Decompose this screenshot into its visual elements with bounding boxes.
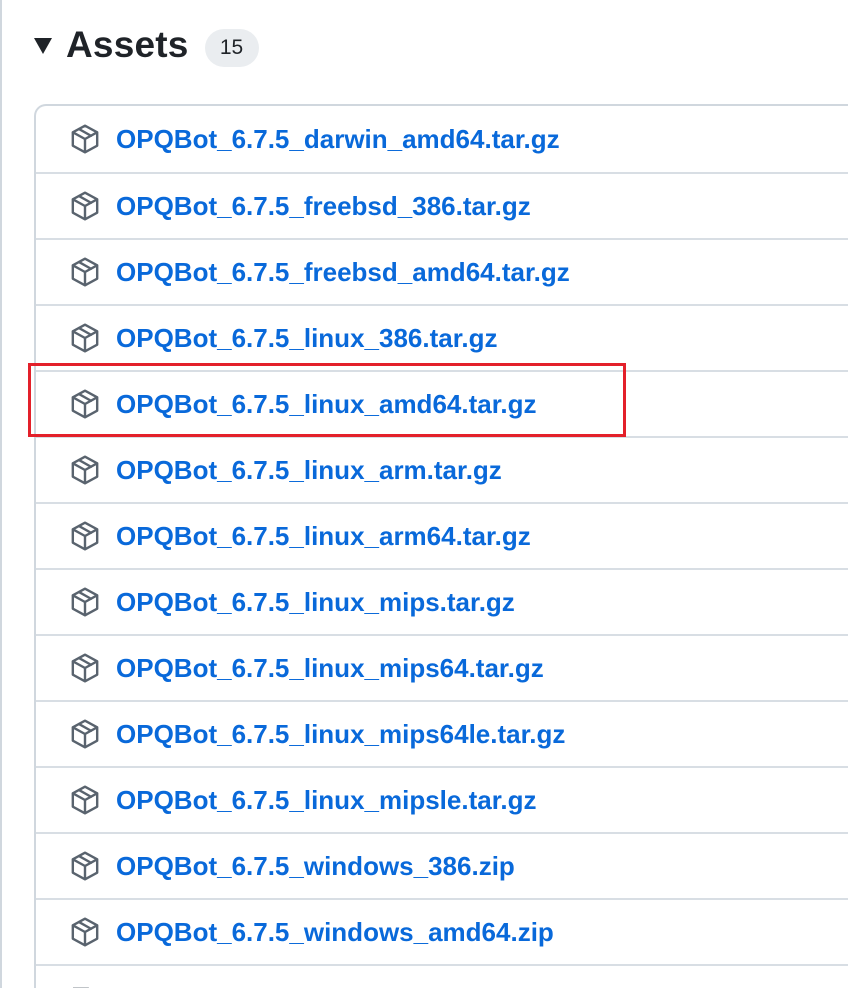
asset-row: OPQBot_6.7.5_linux_mipsle.tar.gz	[36, 768, 848, 834]
caret-down-icon	[34, 38, 52, 54]
left-divider	[0, 0, 2, 988]
asset-download-link[interactable]: OPQBot_6.7.5_freebsd_amd64.tar.gz	[116, 257, 570, 288]
asset-row: OPQBot_6.7.5_linux_mips64le.tar.gz	[36, 702, 848, 768]
package-icon	[68, 387, 102, 421]
asset-row: OPQBot_6.7.5_windows_amd64.zip	[36, 900, 848, 966]
asset-row: OPQBot_6.7.5_windows_386.zip	[36, 834, 848, 900]
package-icon	[68, 453, 102, 487]
package-icon	[68, 783, 102, 817]
asset-download-link[interactable]: OPQBot_6.7.5_linux_arm.tar.gz	[116, 455, 502, 486]
package-icon	[68, 915, 102, 949]
package-icon	[68, 122, 102, 156]
assets-count-badge: 15	[204, 29, 259, 67]
asset-download-link[interactable]: OPQBot_6.7.5_windows_amd64.zip	[116, 917, 554, 948]
package-icon	[68, 585, 102, 619]
asset-download-link[interactable]: OPQBot_6.7.5_linux_mips64.tar.gz	[116, 653, 544, 684]
asset-download-link[interactable]: OPQBot_6.7.5_linux_mipsle.tar.gz	[116, 785, 536, 816]
asset-download-link[interactable]: OPQBot_6.7.5_linux_mips64le.tar.gz	[116, 719, 565, 750]
package-icon	[68, 651, 102, 685]
asset-row: OPQBot_6.7.5_linux_amd64.tar.gz	[36, 372, 848, 438]
asset-row: OPQBot_6.7.5_freebsd_amd64.tar.gz	[36, 240, 848, 306]
asset-row: OPQBot_6.7.5_linux_mips.tar.gz	[36, 570, 848, 636]
asset-download-link[interactable]: OPQBot_6.7.5_windows_386.zip	[116, 851, 515, 882]
asset-row-partial	[36, 966, 848, 988]
asset-row: OPQBot_6.7.5_freebsd_386.tar.gz	[36, 174, 848, 240]
asset-row: OPQBot_6.7.5_linux_386.tar.gz	[36, 306, 848, 372]
assets-list: OPQBot_6.7.5_darwin_amd64.tar.gz OPQBot_6…	[34, 104, 848, 988]
release-assets-page: Assets 15 OPQBot_6.7.5_darwin_amd64.tar.…	[0, 0, 848, 988]
asset-download-link[interactable]: OPQBot_6.7.5_darwin_amd64.tar.gz	[116, 124, 560, 155]
assets-toggle[interactable]: Assets 15	[34, 20, 259, 70]
asset-row: OPQBot_6.7.5_linux_mips64.tar.gz	[36, 636, 848, 702]
asset-download-link[interactable]: OPQBot_6.7.5_linux_mips.tar.gz	[116, 587, 515, 618]
package-icon	[68, 849, 102, 883]
asset-download-link[interactable]: OPQBot_6.7.5_linux_arm64.tar.gz	[116, 521, 531, 552]
package-icon	[68, 717, 102, 751]
package-icon	[68, 255, 102, 289]
asset-download-link[interactable]: OPQBot_6.7.5_linux_386.tar.gz	[116, 323, 498, 354]
asset-download-link[interactable]: OPQBot_6.7.5_linux_amd64.tar.gz	[116, 389, 537, 420]
package-icon	[68, 189, 102, 223]
package-icon	[68, 321, 102, 355]
package-icon	[68, 519, 102, 553]
assets-title: Assets	[66, 24, 189, 65]
asset-download-link[interactable]: OPQBot_6.7.5_freebsd_386.tar.gz	[116, 191, 531, 222]
asset-row: OPQBot_6.7.5_linux_arm.tar.gz	[36, 438, 848, 504]
asset-row: OPQBot_6.7.5_darwin_amd64.tar.gz	[36, 106, 848, 174]
asset-row: OPQBot_6.7.5_linux_arm64.tar.gz	[36, 504, 848, 570]
